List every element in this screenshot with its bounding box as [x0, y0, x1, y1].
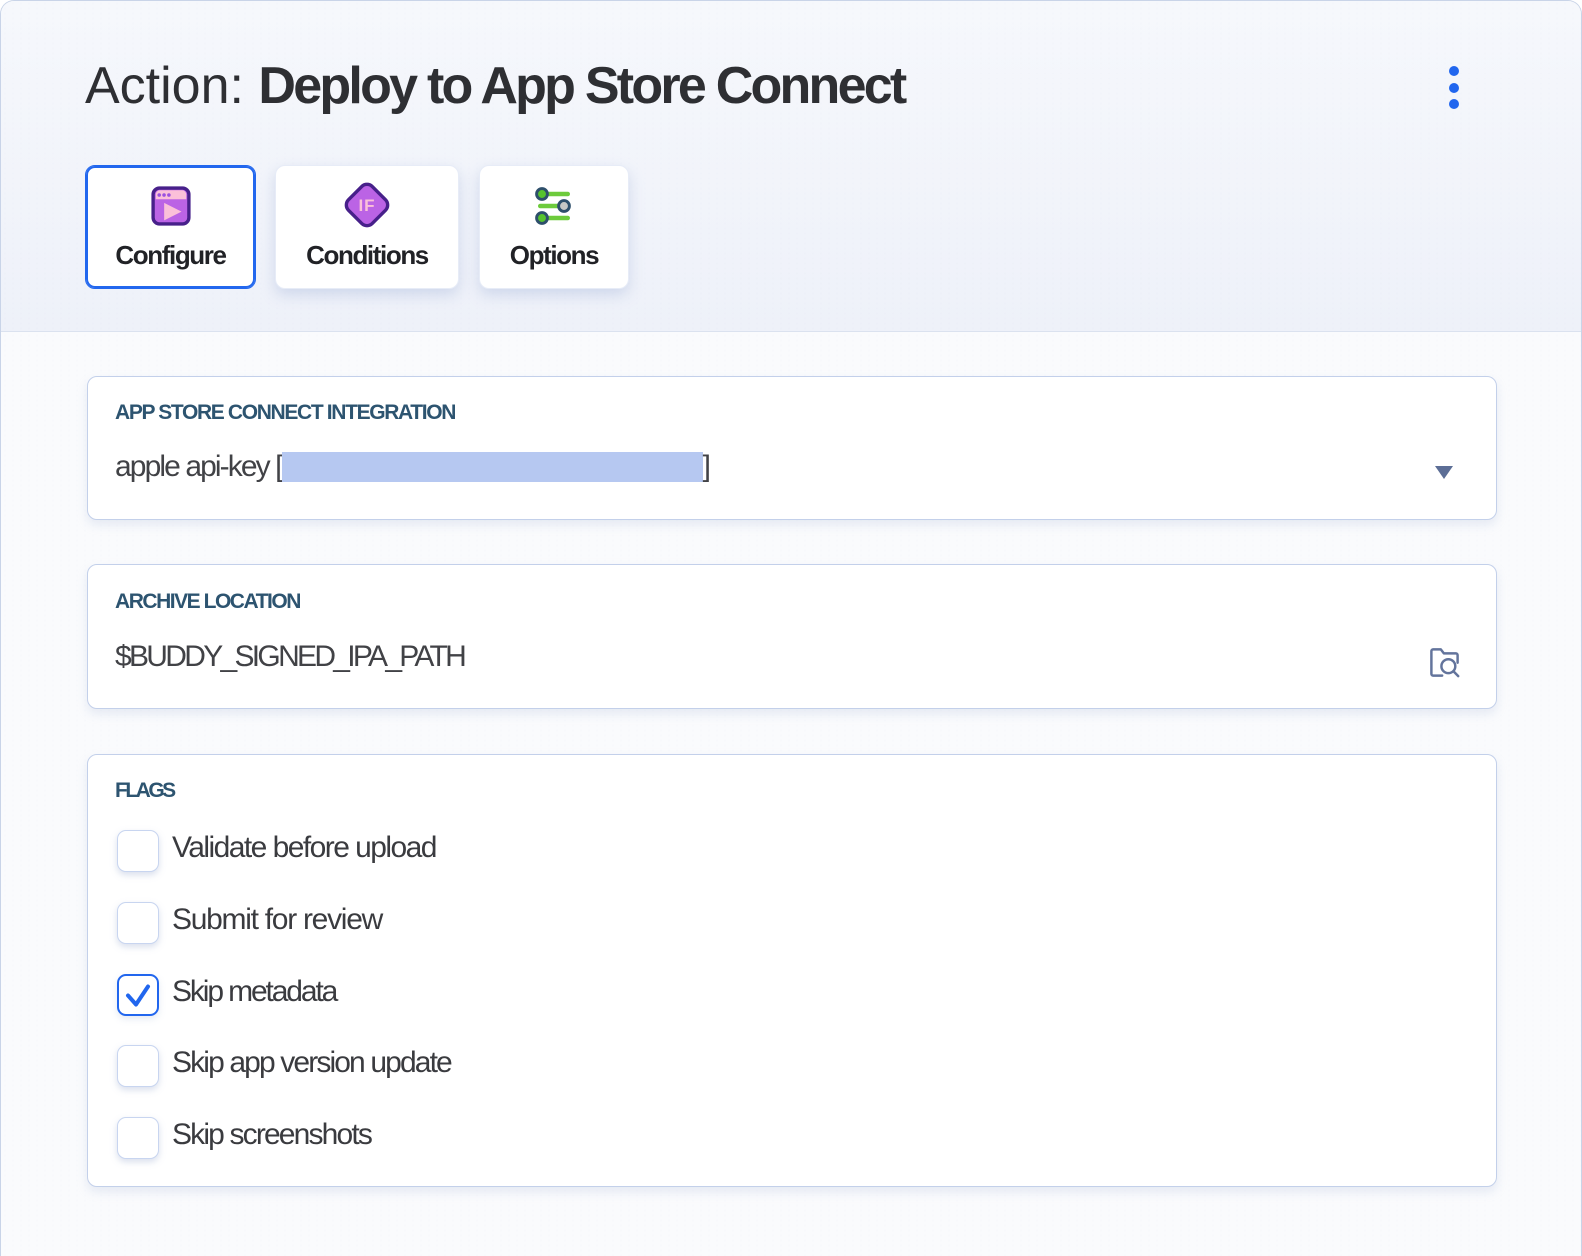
svg-text:IF: IF — [358, 196, 375, 215]
